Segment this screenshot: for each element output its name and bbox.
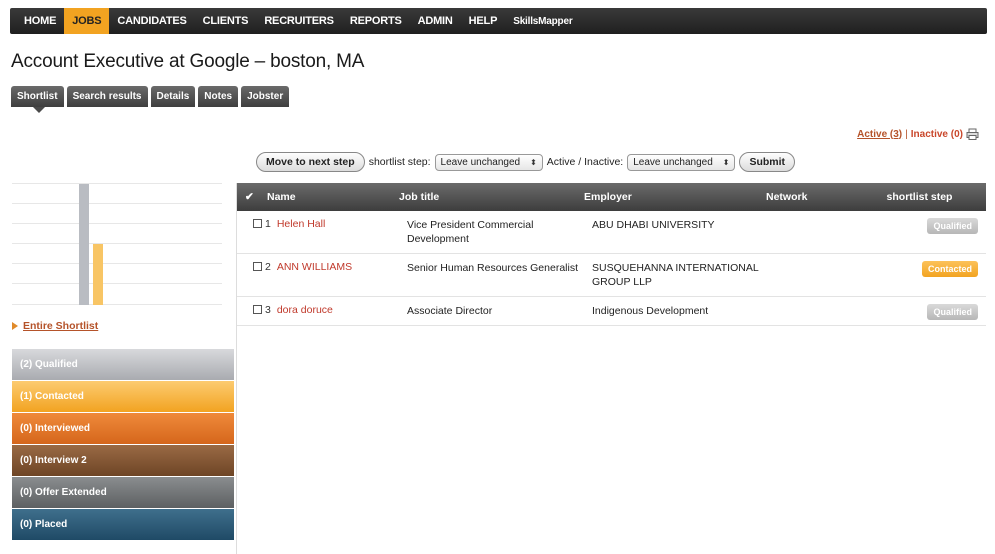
shortlist-step-cell: Contacted bbox=[869, 261, 986, 277]
sub-tabs: Shortlist Search results Details Notes Jobst… bbox=[11, 86, 290, 107]
status-badge[interactable]: Qualified bbox=[927, 304, 978, 320]
shortlist-chart bbox=[12, 183, 222, 305]
job-title-cell: Associate Director bbox=[407, 305, 493, 317]
row-checkbox[interactable] bbox=[253, 219, 262, 228]
tab-notes[interactable]: Notes bbox=[198, 86, 239, 107]
shortlist-step-item[interactable]: (0) Interview 2 bbox=[12, 445, 234, 477]
active-tab-indicator bbox=[33, 107, 45, 113]
chart-gridline bbox=[12, 203, 222, 204]
name-cell: 1 Helen Hall bbox=[245, 218, 407, 230]
shortlist-step-cell: Qualified bbox=[869, 218, 986, 234]
table-row: 1 Helen Hall Vice President Commercial Dev… bbox=[237, 211, 986, 254]
tab-shortlist[interactable]: Shortlist bbox=[11, 86, 64, 107]
table-row: 2 ANN WILLIAMS Senior Human Resources Gene… bbox=[237, 254, 986, 297]
row-number: 1 bbox=[265, 218, 271, 230]
shortlist-step-label: shortlist step: bbox=[368, 156, 431, 168]
nav-item-recruiters[interactable]: RECRUITERS bbox=[256, 8, 342, 34]
shortlist-step-item[interactable]: (2) Qualified bbox=[12, 349, 234, 381]
chart-gridline bbox=[12, 243, 222, 244]
submit-button[interactable]: Submit bbox=[739, 152, 796, 172]
tab-details[interactable]: Details bbox=[150, 86, 196, 107]
job-title-cell: Vice President Commercial Development bbox=[407, 219, 534, 245]
bulk-action-toolbar: Move to next step shortlist step: Leave … bbox=[256, 152, 796, 172]
shortlist-step-select-value: Leave unchanged bbox=[440, 156, 521, 168]
inactive-filter-link[interactable]: Inactive (0) bbox=[911, 129, 963, 140]
status-badge[interactable]: Contacted bbox=[921, 261, 978, 277]
column-shortlist-step[interactable]: shortlist step bbox=[861, 191, 986, 203]
select-arrows-icon: ⬍ bbox=[530, 157, 537, 167]
status-links: Active (3) | Inactive (0) bbox=[857, 128, 979, 140]
entire-shortlist-label: Entire Shortlist bbox=[23, 320, 99, 332]
nav-item-skillsmapper[interactable]: SkillsMapper bbox=[505, 8, 580, 34]
candidate-name-link[interactable]: Helen Hall bbox=[277, 218, 325, 230]
active-filter-link[interactable]: Active (3) bbox=[857, 129, 902, 140]
active-inactive-select-value: Leave unchanged bbox=[633, 156, 713, 168]
shortlist-step-item[interactable]: (0) Interviewed bbox=[12, 413, 234, 445]
shortlist-step-item[interactable]: (0) Placed bbox=[12, 509, 234, 541]
active-inactive-label: Active / Inactive: bbox=[546, 156, 624, 168]
chart-gridline bbox=[12, 183, 222, 184]
nav-item-candidates[interactable]: CANDIDATES bbox=[109, 8, 194, 34]
status-badge[interactable]: Qualified bbox=[927, 218, 978, 234]
name-cell: 2 ANN WILLIAMS bbox=[245, 261, 407, 273]
column-network[interactable]: Network bbox=[766, 191, 861, 203]
employer-cell: Indigenous Development bbox=[592, 305, 709, 317]
shortlist-step-item[interactable]: (0) Offer Extended bbox=[12, 477, 234, 509]
chart-bar-qualified bbox=[79, 184, 89, 305]
chart-bar-contacted bbox=[93, 244, 103, 305]
row-number: 2 bbox=[265, 261, 271, 273]
column-name[interactable]: Name bbox=[267, 191, 399, 203]
candidate-name-link[interactable]: dora doruce bbox=[277, 304, 333, 316]
chart-gridline bbox=[12, 304, 222, 305]
select-arrows-icon: ⬍ bbox=[722, 157, 730, 167]
candidate-name-link[interactable]: ANN WILLIAMS bbox=[277, 261, 352, 273]
row-number: 3 bbox=[265, 304, 271, 316]
shortlist-step-cell: Qualified bbox=[869, 304, 986, 320]
job-title-cell: Senior Human Resources Generalist bbox=[407, 262, 578, 274]
column-job-title[interactable]: Job title bbox=[399, 190, 584, 204]
active-inactive-select[interactable]: Leave unchanged ⬍ bbox=[627, 153, 736, 171]
table-row: 3 dora doruce Associate Director Indigenous… bbox=[237, 297, 986, 326]
chart-gridline bbox=[12, 223, 222, 224]
shortlist-step-select[interactable]: Leave unchanged ⬍ bbox=[434, 153, 543, 171]
nav-item-admin[interactable]: ADMIN bbox=[410, 8, 461, 34]
nav-item-jobs[interactable]: JOBS bbox=[64, 8, 110, 34]
row-checkbox[interactable] bbox=[253, 262, 262, 271]
nav-item-home[interactable]: HOME bbox=[16, 8, 64, 34]
select-all-check[interactable]: ✔ bbox=[237, 191, 267, 203]
top-nav: HOME JOBS CANDIDATES CLIENTS RECRUITERS REPOR… bbox=[10, 8, 987, 34]
triangle-right-icon bbox=[12, 322, 18, 330]
tab-search-results[interactable]: Search results bbox=[66, 86, 148, 107]
candidate-table: ✔ Name Job title Employer Network shortl… bbox=[236, 183, 986, 554]
employer-cell: ABU DHABI UNIVERSITY bbox=[592, 219, 715, 231]
nav-item-reports[interactable]: REPORTS bbox=[342, 8, 410, 34]
print-icon[interactable] bbox=[966, 128, 979, 140]
entire-shortlist-link[interactable]: Entire Shortlist bbox=[12, 320, 98, 332]
page-title: Account Executive at Google – boston, MA bbox=[11, 51, 365, 72]
table-header: ✔ Name Job title Employer Network shortl… bbox=[237, 183, 986, 211]
shortlist-steps: (2) Qualified (1) Contacted (0) Interviewe… bbox=[12, 349, 234, 541]
name-cell: 3 dora doruce bbox=[245, 304, 407, 316]
tab-jobster[interactable]: Jobster bbox=[241, 86, 290, 107]
move-to-next-step-button[interactable]: Move to next step bbox=[256, 152, 365, 172]
row-checkbox[interactable] bbox=[253, 305, 262, 314]
column-employer[interactable]: Employer bbox=[584, 190, 766, 204]
nav-item-help[interactable]: HELP bbox=[461, 8, 506, 34]
employer-cell: SUSQUEHANNA INTERNATIONAL GROUP LLP bbox=[592, 262, 759, 288]
chart-gridline bbox=[12, 263, 222, 264]
chart-gridline bbox=[12, 283, 222, 284]
shortlist-step-item[interactable]: (1) Contacted bbox=[12, 381, 234, 413]
status-separator: | bbox=[905, 128, 908, 140]
nav-item-clients[interactable]: CLIENTS bbox=[195, 8, 257, 34]
table-body: 1 Helen Hall Vice President Commercial Dev… bbox=[237, 211, 986, 326]
